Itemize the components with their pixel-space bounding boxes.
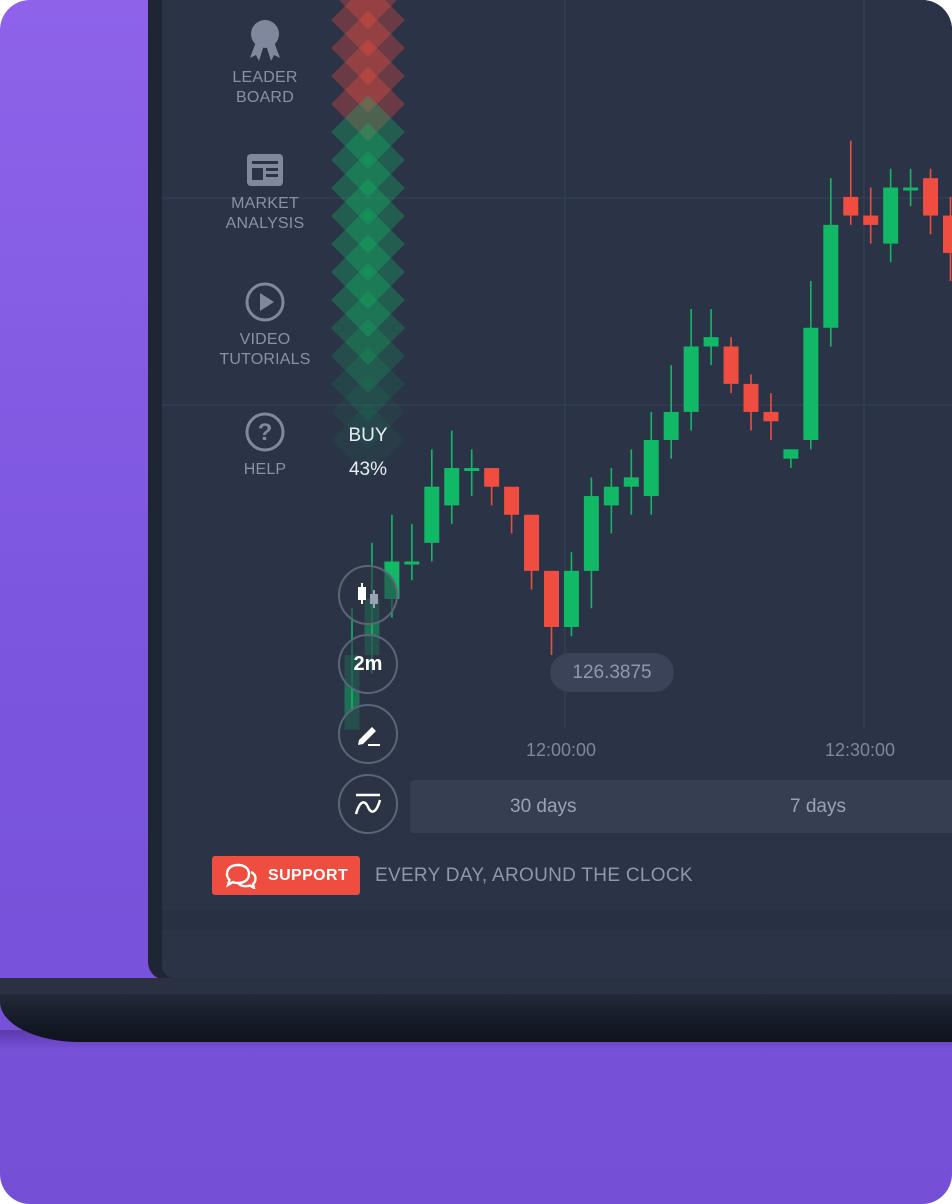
sentiment-value: 43% <box>348 459 388 480</box>
candle-up <box>643 439 659 497</box>
sidebar-item-video-tutorials[interactable]: VIDEO TUTORIALS <box>200 280 330 370</box>
candle-up <box>683 346 699 412</box>
candle-down <box>504 486 520 515</box>
period-option-30-days[interactable]: 30 days <box>510 780 577 833</box>
sentiment-diamonds <box>331 0 405 477</box>
candle-down <box>943 215 952 253</box>
candlestick-chart[interactable] <box>0 0 952 1000</box>
candle-down <box>923 178 939 216</box>
sidebar-item-help[interactable]: ? HELP <box>200 410 330 480</box>
period-option-7-days[interactable]: 7 days <box>790 780 846 833</box>
period-selector: 30 days 7 days <box>410 780 952 833</box>
time-axis-label: 12:30:00 <box>825 740 896 760</box>
candle-down <box>843 196 859 216</box>
sidebar-label-help: HELP <box>243 461 287 478</box>
candle-down <box>723 346 739 384</box>
candle-up <box>424 486 440 543</box>
support-button[interactable]: SUPPORT <box>212 856 360 895</box>
candle-down <box>524 514 540 571</box>
question-circle-icon: ? <box>245 412 285 452</box>
support-button-label: SUPPORT <box>268 866 349 884</box>
candle-down <box>544 570 559 627</box>
candle-up <box>803 327 819 440</box>
laptop-base <box>0 994 952 1042</box>
timeframe-button[interactable]: 2m <box>338 634 398 694</box>
candles-group <box>344 140 952 730</box>
candle-down <box>763 411 779 422</box>
sidebar-item-market-analysis[interactable]: MARKET ANALYSIS <box>200 152 330 234</box>
candlestick-icon <box>358 583 378 608</box>
candle-up <box>823 224 839 328</box>
award-ribbon-icon <box>250 20 280 61</box>
newspaper-icon <box>247 154 283 186</box>
sidebar-item-leaderboard[interactable]: LEADER BOARD <box>200 18 330 108</box>
page-background: LEADER BOARD MARKET ANALYSIS VIDEO TUTOR… <box>0 0 952 1204</box>
candle-down <box>863 215 879 225</box>
candle-up <box>464 468 480 472</box>
sentiment-label: BUY <box>348 425 388 446</box>
chat-bubbles-icon <box>225 863 257 889</box>
indicators-button[interactable] <box>338 774 398 834</box>
candle-up <box>404 561 420 565</box>
sidebar-label-market-analysis: MARKET ANALYSIS <box>225 195 305 232</box>
candle-up <box>883 187 899 244</box>
candle-up <box>623 477 639 487</box>
sidebar-label-leaderboard: LEADER BOARD <box>232 69 298 106</box>
candle-up <box>583 496 599 571</box>
candle-down <box>484 468 500 487</box>
svg-text:?: ? <box>258 419 273 446</box>
price-tag: 126.3875 <box>550 653 674 692</box>
time-axis-label: 12:00:00 <box>526 740 597 760</box>
candle-up <box>444 468 460 506</box>
play-circle-icon <box>245 282 285 322</box>
indicator-wave-icon <box>354 793 382 815</box>
sidebar-label-video-tutorials: VIDEO TUTORIALS <box>219 331 311 368</box>
candle-up <box>663 411 679 440</box>
support-tagline: EVERY DAY, AROUND THE CLOCK <box>375 865 693 886</box>
drawing-tools-button[interactable] <box>338 704 398 764</box>
candle-up <box>603 486 619 506</box>
pencil-icon <box>358 727 380 746</box>
candle-down <box>743 383 759 412</box>
candle-up <box>563 570 579 627</box>
candle-up <box>903 187 919 191</box>
candle-up <box>703 337 719 347</box>
chart-type-button[interactable] <box>338 565 398 625</box>
candle-up <box>783 449 799 459</box>
